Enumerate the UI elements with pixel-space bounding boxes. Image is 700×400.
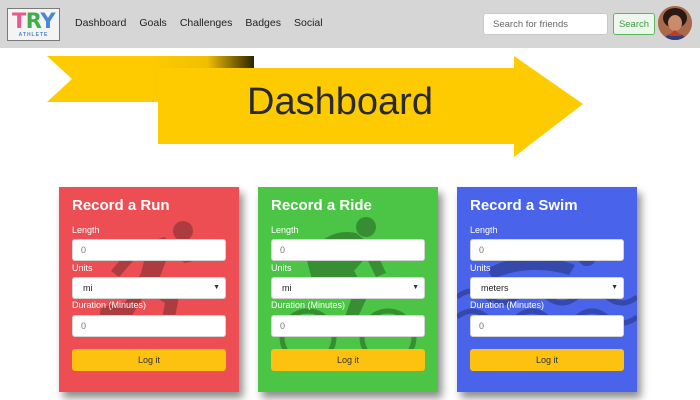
swim-length-input[interactable]	[470, 239, 624, 261]
nav-link-challenges[interactable]: Challenges	[180, 16, 233, 30]
record-swim-card: Record a Swim Length Units meters ▼ Dura…	[457, 187, 637, 392]
nav-link-goals[interactable]: Goals	[139, 16, 166, 30]
user-avatar[interactable]	[658, 6, 692, 40]
units-label: Units	[271, 263, 292, 273]
select-value: meters	[481, 283, 509, 293]
select-value: mi	[282, 283, 292, 293]
log-ride-button[interactable]: Log it	[271, 349, 425, 371]
length-label: Length	[470, 225, 498, 235]
record-ride-card: Record a Ride Length Units mi ▼ Duration…	[258, 187, 438, 392]
card-title: Record a Ride	[271, 197, 372, 214]
search-button[interactable]: Search	[613, 13, 655, 35]
nav-link-social[interactable]: Social	[294, 16, 323, 30]
caret-down-icon: ▼	[213, 284, 220, 291]
nav-links: Dashboard Goals Challenges Badges Social	[75, 16, 336, 30]
run-units-select[interactable]: mi ▼	[72, 277, 226, 299]
nav-link-badges[interactable]: Badges	[245, 16, 281, 30]
ride-length-input[interactable]	[271, 239, 425, 261]
swim-duration-input[interactable]	[470, 315, 624, 337]
record-run-card: Record a Run Length Units mi ▼ Duration …	[59, 187, 239, 392]
brand-logo[interactable]: TRY ATHLETE	[7, 8, 60, 41]
log-swim-button[interactable]: Log it	[470, 349, 624, 371]
brand-wordmark: TRY	[11, 9, 56, 33]
page-title: Dashboard	[247, 81, 433, 123]
card-title: Record a Run	[72, 197, 170, 214]
card-title: Record a Swim	[470, 197, 578, 214]
length-label: Length	[271, 225, 299, 235]
dashboard-banner: Dashboard	[0, 50, 700, 165]
length-label: Length	[72, 225, 100, 235]
run-length-input[interactable]	[72, 239, 226, 261]
top-navbar: TRY ATHLETE Dashboard Goals Challenges B…	[0, 0, 700, 48]
nav-link-dashboard[interactable]: Dashboard	[75, 16, 126, 30]
ride-duration-input[interactable]	[271, 315, 425, 337]
caret-down-icon: ▼	[611, 284, 618, 291]
caret-down-icon: ▼	[412, 284, 419, 291]
units-label: Units	[470, 263, 491, 273]
swim-units-select[interactable]: meters ▼	[470, 277, 624, 299]
avatar-image	[658, 6, 692, 40]
brand-subtitle: ATHLETE	[18, 32, 49, 38]
duration-label: Duration (Minutes)	[72, 300, 147, 310]
select-value: mi	[83, 283, 93, 293]
duration-label: Duration (Minutes)	[271, 300, 346, 310]
ride-units-select[interactable]: mi ▼	[271, 277, 425, 299]
duration-label: Duration (Minutes)	[470, 300, 545, 310]
units-label: Units	[72, 263, 93, 273]
log-run-button[interactable]: Log it	[72, 349, 226, 371]
friend-search-input[interactable]	[483, 13, 608, 35]
run-duration-input[interactable]	[72, 315, 226, 337]
